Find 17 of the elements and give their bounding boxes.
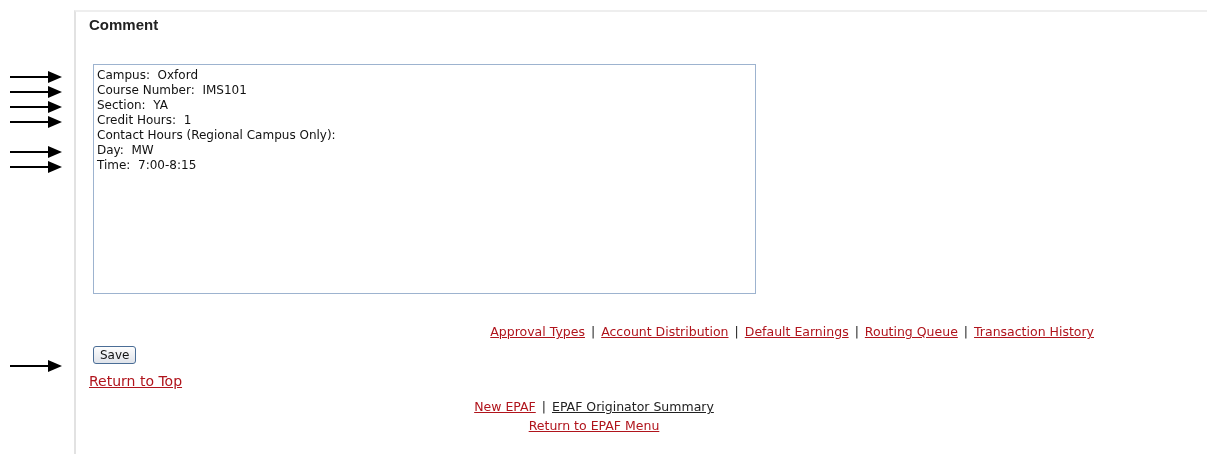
footer-link[interactable]: New EPAF	[474, 399, 536, 414]
nav-link[interactable]: Account Distribution	[601, 324, 729, 339]
separator: |	[590, 324, 596, 339]
section-title: Comment	[89, 16, 160, 33]
menu-link[interactable]: Return to EPAF Menu	[528, 418, 660, 433]
separator: |	[854, 324, 859, 339]
save-button[interactable]: Save	[93, 346, 137, 364]
nav-link[interactable]: Default Earnings	[744, 324, 849, 339]
comment-field[interactable]: Campus: Oxford Course Number: IMS101 Section: YA Credit Hours: 1 Contact Hours (Regional Campus Only): Day: MW Time: 7:00-8:15	[93, 64, 756, 294]
separator: |	[541, 399, 546, 414]
nav-link[interactable]: Transaction History	[974, 324, 1094, 339]
nav-link[interactable]: Routing Queue	[864, 324, 958, 339]
footer-link[interactable]: EPAF Originator Summary	[552, 399, 714, 414]
return-to-top-link[interactable]: Return to Top	[89, 373, 183, 389]
separator: |	[963, 324, 969, 339]
separator: |	[734, 324, 739, 339]
nav-link[interactable]: Approval Types	[490, 324, 585, 339]
